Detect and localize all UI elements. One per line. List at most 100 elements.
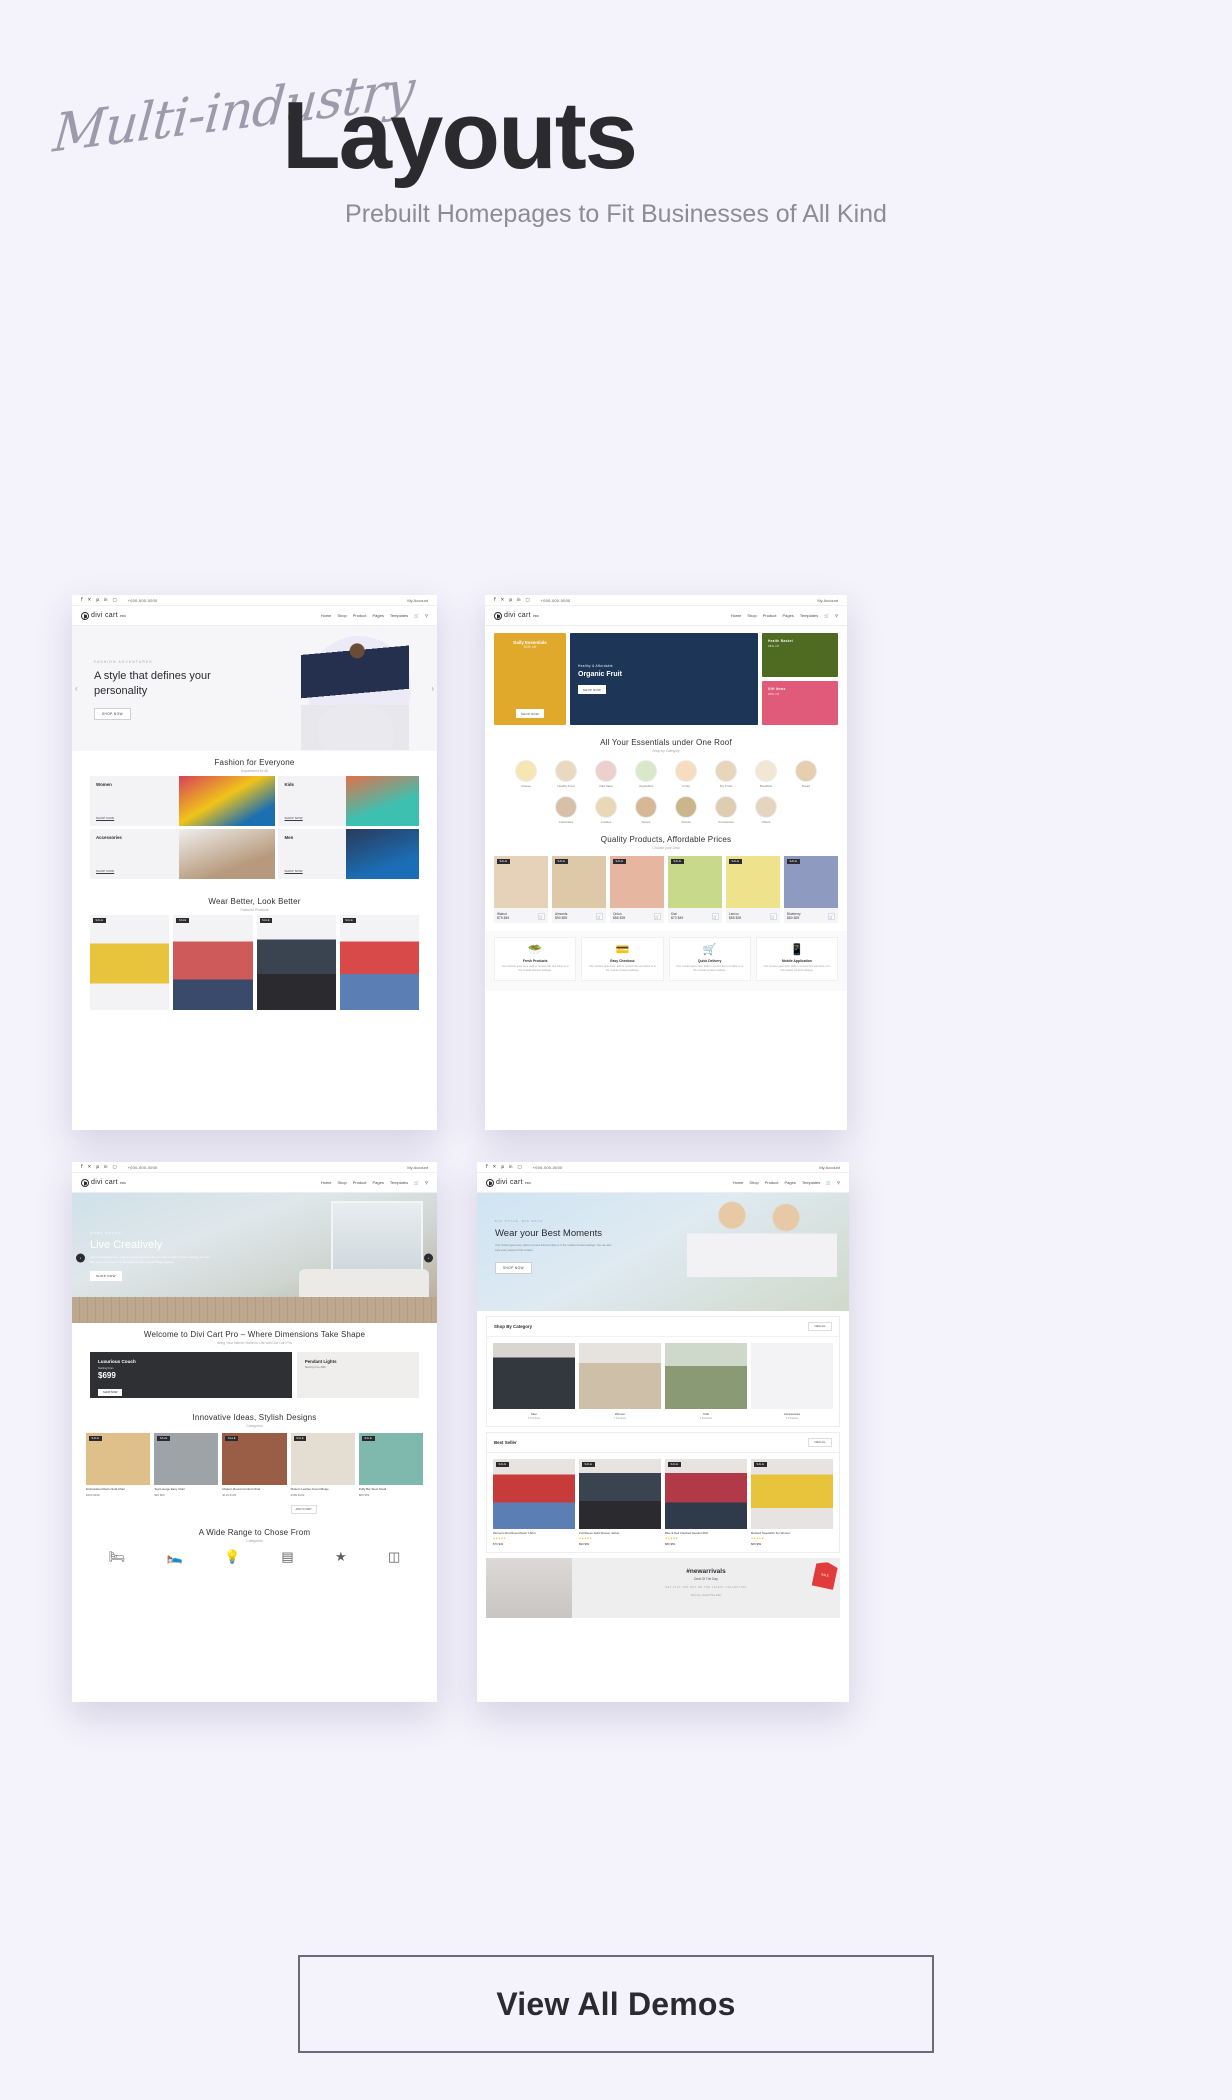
nav-item-home[interactable]: Home [733, 1180, 744, 1185]
facebook-icon[interactable]: 𝖿 [486, 1164, 488, 1169]
circle-category[interactable]: Spices [631, 796, 661, 824]
product-card[interactable]: SALE Teal Lounge Easy Chair $99 $69 [154, 1433, 219, 1515]
banner-shop-button[interactable]: SHOP NOW [578, 685, 606, 694]
nav-item-home[interactable]: Home [731, 613, 742, 618]
nav-item-product[interactable]: Product [353, 613, 367, 618]
banner-gift-items[interactable]: Gift Items 30% off [762, 681, 838, 725]
pinterest-icon[interactable]: 𝗉 [501, 1164, 504, 1169]
product-card[interactable]: SALE Puffy Bar Stool Small $89 $59 [358, 1433, 424, 1515]
nav-item-product[interactable]: Product [763, 613, 777, 618]
category-card-kids[interactable]: Kids SHOP NOW [278, 776, 419, 826]
circle-category[interactable]: Others [751, 796, 781, 824]
circle-category[interactable]: Breakfast [751, 760, 781, 788]
circle-category[interactable]: Raw Meat [591, 760, 621, 788]
search-icon[interactable]: ⚲ [837, 1180, 840, 1185]
add-to-cart-icon[interactable]: 🛒 [596, 913, 603, 921]
twitter-icon[interactable]: ✕ [88, 1164, 92, 1169]
circle-category[interactable]: Sauces [671, 796, 701, 824]
add-to-cart-icon[interactable]: 🛒 [712, 913, 719, 921]
circle-category[interactable]: Cookies [591, 796, 621, 824]
pinterest-icon[interactable]: 𝗉 [509, 597, 512, 602]
facebook-icon[interactable]: 𝖿 [81, 597, 83, 602]
product-card[interactable]: SALE [339, 915, 419, 1010]
linkedin-icon[interactable]: in [104, 597, 107, 602]
circle-category[interactable]: Dry Fruits [711, 760, 741, 788]
promo-shop-button[interactable]: SHOP NOW [98, 1389, 123, 1396]
mockup-grocery[interactable]: 𝖿 ✕ 𝗉 in ▢ +000-000-0000 My Account divi… [485, 595, 847, 1130]
add-to-cart-icon[interactable]: 🛒 [654, 913, 661, 921]
bed-icon[interactable]: 🛌 [166, 1550, 182, 1563]
circle-category[interactable]: Accessories [711, 796, 741, 824]
category-card-men[interactable]: Men SHOP NOW [278, 829, 419, 879]
circle-category[interactable]: Bread [791, 760, 821, 788]
search-icon[interactable]: ⚲ [425, 1180, 428, 1185]
nav-item-pages[interactable]: Pages [373, 1180, 384, 1185]
product-card[interactable]: SALE Mustard Sweatshirt For Women ★★★★★ … [751, 1459, 833, 1546]
nav-item-pages[interactable]: Pages [783, 613, 794, 618]
nav-item-shop[interactable]: Shop [747, 613, 756, 618]
product-card[interactable]: SALE [256, 915, 336, 1010]
nav-item-product[interactable]: Product [765, 1180, 779, 1185]
banner-daily-essentials[interactable]: Daily Essentials 30% off SHOP NOW [494, 633, 566, 725]
linkedin-icon[interactable]: in [509, 1164, 512, 1169]
linkedin-icon[interactable]: in [517, 597, 520, 602]
circle-category[interactable]: Cheese [511, 760, 541, 788]
product-card[interactable]: SALE [173, 915, 253, 1010]
banner-shop-button[interactable]: SHOP NOW [516, 709, 544, 718]
linkedin-icon[interactable]: in [104, 1164, 107, 1169]
my-account-link[interactable]: My Account [407, 598, 428, 603]
twitter-icon[interactable]: ✕ [493, 1164, 497, 1169]
nav-item-home[interactable]: Home [321, 1180, 332, 1185]
add-to-cart-icon[interactable]: 🛒 [828, 913, 835, 921]
site-logo[interactable]: divi cart PRO [486, 1178, 531, 1187]
mockup-lifestyle[interactable]: 𝖿 ✕ 𝗉 in ▢ +000-000-0000 My Account divi… [477, 1162, 849, 1702]
site-logo[interactable]: divi cart PRO [81, 1178, 126, 1187]
hero-shop-button[interactable]: SHOP NOW [94, 707, 131, 720]
site-logo[interactable]: divi cart PRO [81, 611, 126, 620]
banner-organic-fruit[interactable]: Healthy & Affordable Organic Fruit SHOP … [570, 633, 758, 725]
mockup-fashion[interactable]: 𝖿 ✕ 𝗉 in ▢ +000-000-0000 My Account divi… [72, 595, 437, 1130]
nav-item-pages[interactable]: Pages [373, 613, 384, 618]
instagram-icon[interactable]: ▢ [112, 597, 116, 602]
table-icon[interactable]: ▤ [281, 1550, 293, 1563]
add-to-cart-icon[interactable]: 🛒 [770, 913, 777, 921]
cart-icon[interactable]: 🛒 [824, 613, 829, 618]
banner-health-basket[interactable]: Health Basket 30% off [762, 633, 838, 677]
view-all-button[interactable]: VIEW ALL [808, 1438, 832, 1447]
cabinet-icon[interactable]: ◫ [388, 1550, 400, 1563]
product-card[interactable]: SALE Women's Red Round Neck T-Shirt ★★★★… [493, 1459, 575, 1546]
cart-icon[interactable]: 🛒 [414, 1180, 419, 1185]
product-card[interactable]: SALE Almonds $90 $59 🛒 [552, 856, 606, 924]
category-card[interactable]: Men 5 Products [493, 1343, 575, 1420]
nav-item-templates[interactable]: Templates [390, 613, 408, 618]
carousel-next-icon[interactable]: › [431, 684, 434, 693]
sofa-icon[interactable]: 🛏 [109, 1550, 126, 1563]
cart-icon[interactable]: 🛒 [826, 1180, 831, 1185]
hero-shop-button[interactable]: SHOP NOW [495, 1262, 532, 1275]
carousel-prev-icon[interactable]: ‹ [76, 1253, 85, 1263]
mockup-furniture[interactable]: 𝖿 ✕ 𝗉 in ▢ +000-000-0000 My Account divi… [72, 1162, 437, 1702]
nav-item-pages[interactable]: Pages [785, 1180, 796, 1185]
view-all-demos-button[interactable]: View All Demos [298, 1955, 934, 2053]
deal-of-the-day-promo[interactable]: #newarrivals Deal Of The Day GET FLAT 30… [486, 1557, 840, 1618]
nav-item-templates[interactable]: Templates [802, 1180, 820, 1185]
facebook-icon[interactable]: 𝖿 [81, 1164, 83, 1169]
product-card[interactable]: SALE Onion $55 $39 🛒 [610, 856, 664, 924]
instagram-icon[interactable]: ▢ [517, 1164, 521, 1169]
carousel-prev-icon[interactable]: ‹ [75, 684, 78, 693]
product-card[interactable]: SALE [90, 915, 170, 1010]
category-card[interactable]: Women 7 Products [579, 1343, 661, 1420]
cart-icon[interactable]: 🛒 [414, 613, 419, 618]
promo-pendant-lights[interactable]: Pendant Lights Starting From $99 [296, 1352, 419, 1398]
nav-item-shop[interactable]: Shop [337, 613, 346, 618]
lamp-icon[interactable]: 💡 [224, 1550, 240, 1563]
product-card[interactable]: SALE Lemon $55 $39 🛒 [726, 856, 780, 924]
twitter-icon[interactable]: ✕ [501, 597, 505, 602]
site-logo[interactable]: divi cart PRO [494, 611, 539, 620]
instagram-icon[interactable]: ▢ [112, 1164, 116, 1169]
circle-category[interactable]: Chocolates [551, 796, 581, 824]
product-card[interactable]: SALE Modern Leather Accent Beige $189 $1… [290, 1433, 355, 1515]
nav-item-home[interactable]: Home [321, 613, 332, 618]
pinterest-icon[interactable]: 𝗉 [96, 597, 99, 602]
product-card[interactable]: SALE Blue & Red Checked Hooded Shirt ★★★… [665, 1459, 747, 1546]
